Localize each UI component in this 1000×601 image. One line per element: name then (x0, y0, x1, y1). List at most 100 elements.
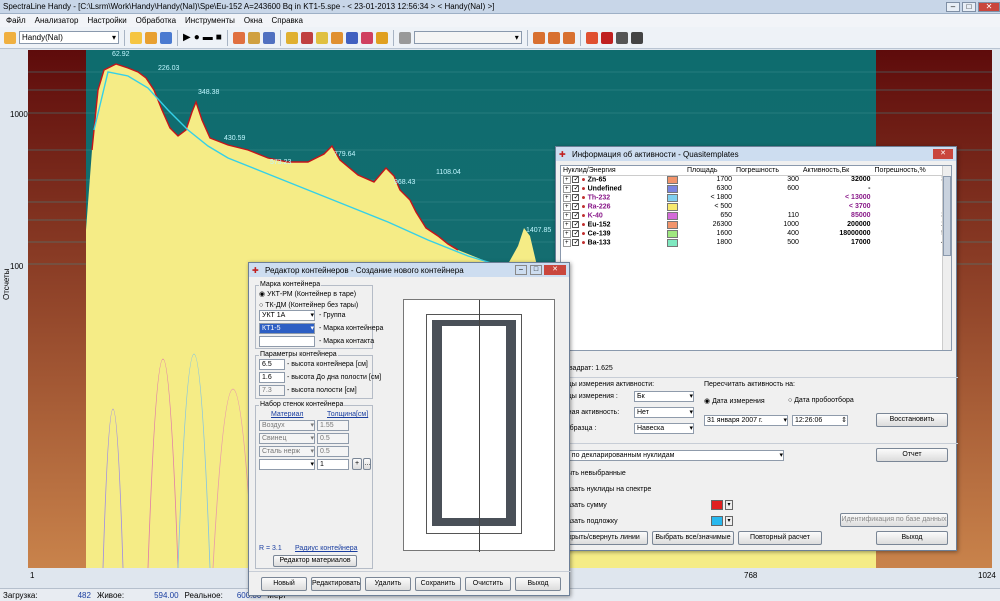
radio-measure-date[interactable]: ◉ Дата измерения (704, 397, 765, 405)
report-select[interactable]: ет по декларированным нуклидам ▾ (560, 450, 784, 461)
add-wall-button[interactable]: + (352, 458, 362, 470)
spectrum-icon[interactable] (232, 31, 245, 44)
col-thickness[interactable]: Толщина[см] (327, 411, 368, 418)
col-material[interactable]: Материал (271, 411, 303, 418)
wall-material-2[interactable]: Свинец ▾ (259, 433, 315, 444)
wall-thickness-1[interactable]: 1.55 (317, 420, 349, 431)
maximize-icon[interactable]: □ (530, 265, 542, 275)
scrollbar-thumb[interactable] (943, 176, 951, 256)
efficiency-icon[interactable] (330, 31, 343, 44)
nuclide-cell[interactable]: + ✓ ● Undefined (561, 184, 665, 194)
chevron-down-icon[interactable]: ▾ (725, 500, 733, 510)
save-icon[interactable] (145, 31, 157, 44)
color-swatch[interactable] (667, 193, 678, 202)
close-icon[interactable]: ✕ (544, 265, 566, 275)
exit-button[interactable]: Выход (515, 577, 561, 591)
nuclide-cell[interactable]: + ✓ ● Zn-65 (561, 175, 665, 185)
nuclide-icon[interactable] (345, 31, 358, 44)
radio-tk-dm[interactable]: ○ ТК-ДМ (Контейнер без тары) (259, 302, 358, 309)
menu-analyzer[interactable]: Анализатор (35, 16, 79, 25)
checkbox[interactable]: ✓ (572, 229, 580, 237)
menu-help[interactable]: Справка (272, 16, 303, 25)
empty-select[interactable]: ▾ (413, 31, 522, 44)
window-layout-icon[interactable] (532, 31, 545, 44)
menu-settings[interactable]: Настройки (87, 16, 126, 25)
menu-processing[interactable]: Обработка (136, 16, 176, 25)
wall-material-4[interactable]: ▾ (259, 459, 315, 470)
expand-icon[interactable]: + (563, 176, 571, 185)
wall-thickness-4[interactable]: 1 (317, 459, 349, 470)
col-nuclide[interactable]: Нуклид/Энергия (561, 166, 665, 176)
select-all-button[interactable]: Выбрать все/значимые (652, 531, 734, 545)
minimize-icon[interactable]: – (515, 265, 527, 275)
calibration-icon[interactable] (315, 31, 328, 44)
chevron-down-icon[interactable]: ▾ (725, 516, 733, 526)
nuclide-cell[interactable]: + ✓ ● Ra-226 (561, 202, 665, 212)
expand-icon[interactable]: + (563, 230, 571, 239)
fit-icon[interactable] (285, 31, 298, 44)
table-row[interactable]: + ✓ ● Ce-139 1600 400 1800000050 (561, 229, 951, 239)
library-icon[interactable] (360, 31, 373, 44)
col-activity[interactable]: Активность,Бк (800, 166, 873, 176)
nuclide-cell[interactable]: + ✓ ● Eu-152 (561, 220, 665, 230)
expand-icon[interactable]: + (563, 212, 571, 221)
color-swatch[interactable] (667, 229, 678, 238)
radius-link[interactable]: Радиус контейнера (295, 545, 358, 552)
sum-color-swatch[interactable] (711, 500, 723, 510)
maximize-button[interactable]: □ (962, 1, 976, 12)
expand-icon[interactable]: + (563, 221, 571, 230)
table-row[interactable]: + ✓ ● Undefined 6300 600 -- (561, 184, 951, 194)
date-picker[interactable]: 31 января 2007 г. ▾ (704, 415, 788, 426)
nuclide-cell[interactable]: + ✓ ● Th-232 (561, 193, 665, 203)
close-button[interactable]: ✕ (978, 1, 1000, 12)
delete-button[interactable]: Удалить (365, 577, 411, 591)
edit-button[interactable]: Редактировать (311, 577, 361, 591)
bottom-height-input[interactable]: 1.6 (259, 372, 285, 383)
brand-select[interactable]: КТ1-5 ▾ (259, 323, 315, 334)
table-row[interactable]: + ✓ ● Th-232 < 1800 < 13000 (561, 193, 951, 203)
menu-tools[interactable]: Инструменты (185, 16, 235, 25)
group-select[interactable]: УКТ 1А ▾ (259, 310, 315, 321)
color-swatch[interactable] (667, 220, 678, 229)
nuclide-cell[interactable]: + ✓ ● K-40 (561, 211, 665, 221)
wall-material-1[interactable]: Воздух ▾ (259, 420, 315, 431)
save-button[interactable]: Сохранить (415, 577, 461, 591)
table-scrollbar[interactable] (942, 166, 951, 350)
menu-windows[interactable]: Окна (244, 16, 263, 25)
play-icon[interactable]: ▶ (183, 32, 191, 43)
color-swatch[interactable] (667, 211, 678, 220)
checkbox[interactable]: ✓ (572, 202, 580, 210)
col-error[interactable]: Погрешность (734, 166, 801, 176)
time-input[interactable]: 12:26:06 ⇕ (792, 415, 848, 426)
activity-exit-button[interactable]: Выход (876, 531, 948, 545)
nuclide-cell[interactable]: + ✓ ● Ba-133 (561, 238, 665, 248)
units-select[interactable]: Бк ▾ (634, 391, 694, 402)
show-nuclides-option[interactable]: оказать нуклиды на спектре (560, 486, 651, 493)
wall-material-3[interactable]: Сталь нерж ▾ (259, 446, 315, 457)
checkbox[interactable]: ✓ (572, 238, 580, 246)
table-row[interactable]: + ✓ ● Ba-133 1800 500 1700040 (561, 238, 951, 248)
wall-thickness-2[interactable]: 0.5 (317, 433, 349, 444)
checkbox[interactable]: ✓ (572, 220, 580, 228)
identify-db-button[interactable]: Идентификация по базе данных (840, 513, 948, 527)
container-icon[interactable] (398, 31, 411, 44)
table-row[interactable]: + ✓ ● K-40 650 110 8500030 (561, 211, 951, 221)
peak-search-icon[interactable] (300, 31, 313, 44)
erase-icon[interactable]: ▬ (203, 32, 213, 43)
expand-icon[interactable]: + (563, 185, 571, 194)
color-swatch[interactable] (667, 202, 678, 211)
record-icon[interactable]: ● (194, 32, 200, 43)
col-area[interactable]: Площадь (685, 166, 735, 176)
chart-icon[interactable] (160, 31, 172, 44)
wall-thickness-3[interactable]: 0.5 (317, 446, 349, 457)
bell-icon[interactable] (615, 31, 628, 44)
color-swatch[interactable] (667, 175, 678, 184)
table-row[interactable]: + ✓ ● Ra-226 < 500 < 3700 (561, 202, 951, 212)
contact-input[interactable] (259, 336, 315, 347)
open-icon[interactable] (130, 31, 142, 44)
recalculate-button[interactable]: Повторный расчет (738, 531, 822, 545)
table-row[interactable]: + ✓ ● Zn-65 1700 300 3200030 (561, 175, 951, 185)
window-cascade-icon[interactable] (562, 31, 575, 44)
table-row[interactable]: + ✓ ● Eu-152 26300 1000 20000028 (561, 220, 951, 230)
color-swatch[interactable] (667, 238, 678, 247)
